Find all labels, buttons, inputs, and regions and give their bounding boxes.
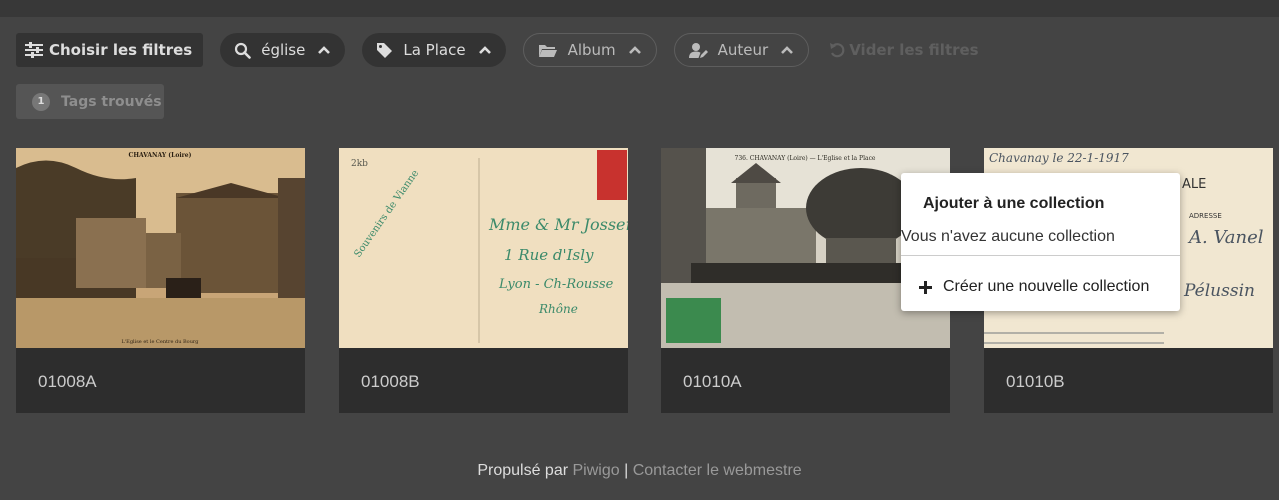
page-footer: Propulsé par Piwigo | Contacter le webme…: [0, 462, 1279, 480]
postcard-line: ALE: [1182, 177, 1206, 192]
postcard-line: ADRESSE: [1189, 212, 1222, 220]
chevron-up-icon: [478, 46, 491, 54]
tag-icon: [377, 42, 393, 58]
postcard-line: 1 Rue d'Isly: [504, 246, 594, 264]
postcard-header: 736. CHAVANAY (Loire) — L'Eglise et la P…: [735, 155, 876, 162]
choose-filters-button[interactable]: Choisir les filtres: [16, 33, 204, 67]
postcard-footer: L'Eglise et le Centre du Bourg: [121, 339, 199, 345]
no-collection-message: Vous n'avez aucune collection: [901, 228, 1115, 245]
chevron-up-icon: [628, 46, 641, 54]
choose-filters-label: Choisir les filtres: [49, 41, 193, 59]
photo-caption[interactable]: 01010A: [683, 372, 742, 392]
user-edit-icon: [688, 42, 708, 58]
postage-stamp: [597, 150, 627, 200]
footer-separator: |: [624, 462, 629, 479]
svg-text:2kb: 2kb: [351, 159, 368, 169]
piwigo-link[interactable]: Piwigo: [573, 462, 620, 479]
search-icon: [235, 42, 252, 59]
undo-icon: [830, 43, 845, 58]
chevron-up-icon: [781, 46, 794, 54]
tag-filter-pill[interactable]: La Place: [362, 33, 506, 67]
clear-filters-button[interactable]: Vider les filtres: [829, 41, 979, 59]
author-filter-label: Auteur: [717, 41, 769, 59]
create-collection-button[interactable]: Créer une nouvelle collection: [919, 278, 1149, 296]
top-bar: [0, 0, 1279, 17]
album-filter-label: Album: [567, 41, 616, 59]
photo-caption[interactable]: 01008A: [38, 372, 97, 392]
postcard-line: Chavanay le 22-1-1917: [989, 151, 1129, 165]
postcard-line: Rhône: [538, 302, 578, 316]
add-to-collection-popup: Ajouter à une collection Vous n'avez auc…: [901, 173, 1180, 311]
contact-webmaster-link[interactable]: Contacter le webmestre: [633, 462, 802, 479]
postcard-line: A. Vanel: [1187, 227, 1264, 248]
postage-stamp: [666, 298, 721, 343]
album-filter-pill[interactable]: Album: [522, 33, 657, 67]
photo-caption[interactable]: 01008B: [361, 372, 420, 392]
popup-divider: [901, 255, 1180, 256]
powered-by-text: Propulsé par: [477, 462, 569, 479]
photo-thumbnail[interactable]: 2kb Souvenirs de Vianne Mme & Mr Jossera…: [339, 148, 628, 348]
search-filter-label: église: [261, 41, 306, 59]
photo-card[interactable]: CHAVANAY (Loire) L'Eglise et le Centre d…: [16, 148, 305, 413]
create-collection-label: Créer une nouvelle collection: [943, 278, 1150, 295]
postcard-line: Lyon - Ch-Rousse: [498, 277, 614, 292]
photo-thumbnail[interactable]: CHAVANAY (Loire) L'Eglise et le Centre d…: [16, 148, 305, 348]
filter-bar: Choisir les filtres église La Place Albu…: [16, 32, 979, 68]
postcard-line: Mme & Mr Josserand: [488, 215, 628, 234]
folder-icon: [538, 44, 557, 57]
author-filter-pill[interactable]: Auteur: [673, 33, 810, 67]
postcard-line: Pélussin: [1183, 281, 1255, 301]
plus-icon: [919, 280, 932, 294]
tags-found-label: Tags trouvés: [61, 93, 162, 110]
tags-count-badge: 1: [32, 92, 50, 111]
postcard-header: CHAVANAY (Loire): [129, 152, 192, 159]
photo-card[interactable]: 2kb Souvenirs de Vianne Mme & Mr Jossera…: [339, 148, 628, 413]
tags-found-button[interactable]: 1 Tags trouvés: [16, 84, 164, 119]
popup-title: Ajouter à une collection: [923, 195, 1105, 212]
tag-filter-label: La Place: [403, 41, 466, 59]
photo-caption[interactable]: 01010B: [1006, 372, 1065, 392]
search-filter-pill[interactable]: église: [220, 33, 346, 67]
clear-filters-label: Vider les filtres: [849, 41, 979, 59]
sliders-icon: [25, 42, 43, 58]
chevron-up-icon: [318, 46, 331, 54]
